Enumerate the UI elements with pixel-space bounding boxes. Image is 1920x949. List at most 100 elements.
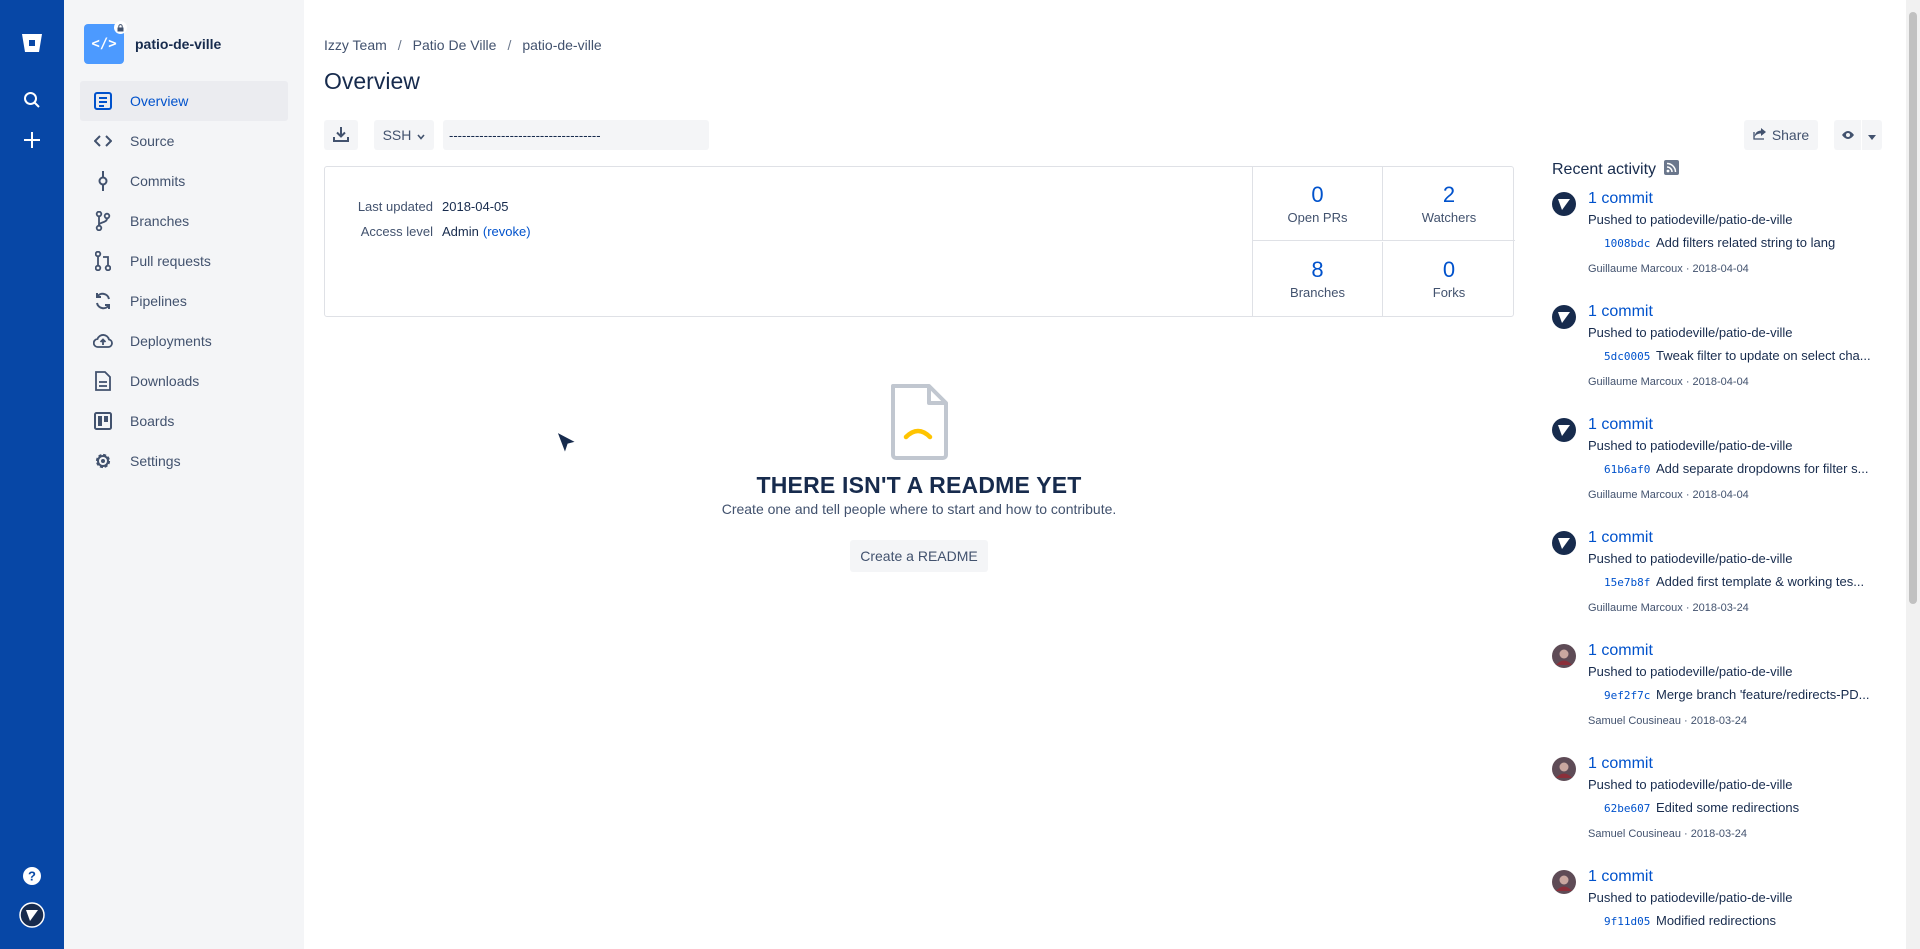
stat-forks[interactable]: 0 Forks (1383, 242, 1515, 316)
scrollbar-thumb[interactable] (1909, 12, 1917, 604)
breadcrumb-team[interactable]: Izzy Team (324, 37, 387, 53)
user-avatar-icon[interactable] (1552, 870, 1576, 894)
sidebar-item-deployments[interactable]: Deployments (80, 321, 288, 361)
sidebar-item-commits[interactable]: Commits (80, 161, 288, 201)
sidebar-item-branches[interactable]: Branches (80, 201, 288, 241)
overview-icon (92, 90, 114, 112)
sad-document-icon (887, 383, 951, 461)
sidebar-item-settings[interactable]: Settings (80, 441, 288, 481)
user-avatar-icon[interactable] (1552, 757, 1576, 781)
commit-hash-link[interactable]: 15e7b8f (1604, 576, 1650, 589)
sidebar-item-overview[interactable]: Overview (80, 81, 288, 121)
activity-item: 1 commit Pushed to patiodeville/patio-de-… (1552, 180, 1884, 293)
activity-meta: Guillaume Marcoux · 2018-03-24 (1588, 602, 1749, 614)
last-updated-value: 2018-04-05 (442, 199, 509, 214)
activity-meta: Guillaume Marcoux · 2018-04-04 (1588, 263, 1749, 275)
stat-caption: Open PRs (1287, 210, 1348, 225)
activity-meta: Samuel Cousineau · 2018-03-24 (1588, 715, 1747, 727)
pushed-to-text: Pushed to patiodeville/patio-de-ville (1588, 212, 1793, 227)
commit-hash-link[interactable]: 1008bdc (1604, 237, 1650, 250)
commit-hash-link[interactable]: 5dc0005 (1604, 350, 1650, 363)
commit-hash-link[interactable]: 9f11d05 (1604, 915, 1650, 928)
commit-message: Add filters related string to lang (1656, 235, 1836, 250)
recent-activity-header: Recent activity (1552, 160, 1884, 180)
commit-count-link[interactable]: 1 commit (1588, 755, 1653, 773)
eye-icon (1841, 127, 1855, 143)
user-avatar-icon[interactable] (1552, 192, 1576, 216)
user-avatar-icon[interactable] (1552, 644, 1576, 668)
stat-number: 0 (1311, 182, 1324, 207)
repository-header[interactable]: </> patio-de-ville (84, 21, 221, 64)
download-button[interactable] (324, 120, 358, 150)
commit-hash-link[interactable]: 62be607 (1604, 802, 1650, 815)
lock-icon (114, 21, 127, 34)
user-avatar-icon[interactable] (1552, 418, 1576, 442)
breadcrumb-repository[interactable]: patio-de-ville (522, 37, 601, 53)
repository-details: Last updated 2018-04-05 Access level Adm… (345, 194, 531, 244)
pipelines-icon (92, 290, 114, 312)
activity-meta: Guillaume Marcoux · 2018-04-04 (1588, 376, 1749, 388)
sidebar-item-pipelines[interactable]: Pipelines (80, 281, 288, 321)
settings-icon (92, 450, 114, 472)
access-level-label: Access level (360, 224, 433, 239)
protocol-dropdown[interactable]: SSH (374, 120, 434, 150)
svg-text:?: ? (28, 869, 36, 884)
user-avatar-icon[interactable] (1552, 531, 1576, 555)
activity-item: 1 commit Pushed to patiodeville/patio-de-… (1552, 519, 1884, 632)
create-readme-button[interactable]: Create a README (850, 540, 988, 572)
sidebar-nav: Overview Source Commits Branches Pull re… (80, 81, 288, 481)
sidebar-item-boards[interactable]: Boards (80, 401, 288, 441)
commit-count-link[interactable]: 1 commit (1588, 190, 1653, 208)
page-scrollbar[interactable] (1906, 0, 1920, 949)
stat-branches[interactable]: 8 Branches (1253, 242, 1383, 316)
sidebar-item-label: Boards (130, 413, 175, 429)
boards-icon (92, 410, 114, 432)
sidebar-item-label: Commits (130, 173, 186, 189)
pushed-to-text: Pushed to patiodeville/patio-de-ville (1588, 438, 1793, 453)
repository-info-panel: Last updated 2018-04-05 Access level Adm… (324, 166, 1515, 317)
commit-hash-link[interactable]: 61b6af0 (1604, 463, 1650, 476)
clone-url-input[interactable] (443, 120, 709, 150)
readme-empty-state: THERE ISN'T A README YET Create one and … (324, 383, 1514, 572)
stat-open-prs[interactable]: 0 Open PRs (1253, 167, 1383, 241)
activity-meta: Samuel Cousineau · 2018-03-24 (1588, 828, 1747, 840)
sidebar-item-source[interactable]: Source (80, 121, 288, 161)
recent-activity: Recent activity 1 commit Pushed to patiod… (1552, 160, 1884, 949)
commit-hash-link[interactable]: 9ef2f7c (1604, 689, 1650, 702)
protocol-label: SSH (382, 127, 412, 143)
user-avatar-icon[interactable] (18, 901, 46, 929)
sidebar-item-pull-requests[interactable]: Pull requests (80, 241, 288, 281)
commit-message: Merge branch 'feature/redirects-PD... (1656, 687, 1870, 702)
breadcrumb-separator: / (507, 37, 512, 53)
commit-count-link[interactable]: 1 commit (1588, 303, 1653, 321)
sidebar-item-label: Pipelines (130, 293, 187, 309)
plus-icon[interactable] (18, 126, 46, 154)
downloads-icon (92, 370, 114, 392)
share-button[interactable]: Share (1744, 120, 1818, 150)
sidebar-item-downloads[interactable]: Downloads (80, 361, 288, 401)
stat-watchers[interactable]: 2 Watchers (1383, 167, 1515, 241)
page-title: Overview (324, 68, 420, 94)
rss-feed-icon[interactable] (1664, 160, 1680, 180)
deployments-icon (92, 330, 114, 352)
search-icon[interactable] (18, 86, 46, 114)
help-icon[interactable]: ? (18, 862, 46, 890)
commit-count-link[interactable]: 1 commit (1588, 416, 1653, 434)
sidebar-item-label: Settings (130, 453, 181, 469)
commit-count-link[interactable]: 1 commit (1588, 529, 1653, 547)
repository-name[interactable]: patio-de-ville (135, 36, 221, 52)
user-avatar-icon[interactable] (1552, 305, 1576, 329)
chevron-down-icon (417, 127, 425, 143)
watch-dropdown[interactable] (1834, 120, 1882, 150)
branch-icon (92, 210, 114, 232)
commit-count-link[interactable]: 1 commit (1588, 642, 1653, 660)
commit-count-link[interactable]: 1 commit (1588, 868, 1653, 886)
pushed-to-text: Pushed to patiodeville/patio-de-ville (1588, 664, 1793, 679)
activity-list: 1 commit Pushed to patiodeville/patio-de-… (1552, 180, 1884, 949)
breadcrumb-project[interactable]: Patio De Ville (413, 37, 497, 53)
bitbucket-icon[interactable] (18, 29, 46, 57)
revoke-link[interactable]: (revoke) (483, 224, 531, 239)
breadcrumb: Izzy Team / Patio De Ville / patio-de-vi… (324, 37, 602, 53)
sidebar-item-label: Overview (130, 93, 189, 109)
share-label: Share (1771, 127, 1810, 143)
